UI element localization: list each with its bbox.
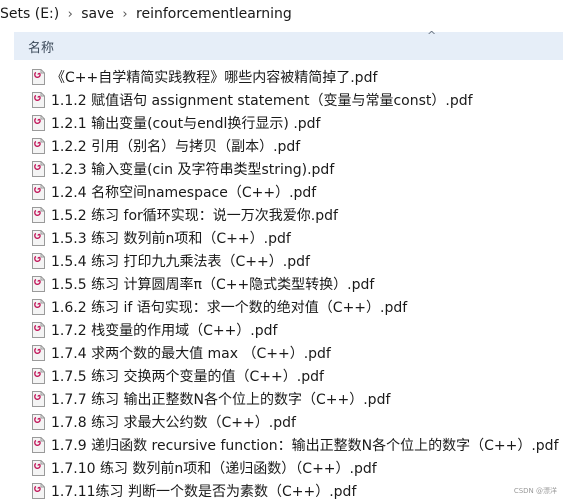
address-bar[interactable]: Sets (E:) › save › reinforcementlearning: [0, 0, 563, 29]
file-name: 1.7.8 练习 求最大公约数（C++）.pdf: [51, 414, 296, 431]
pdf-file-icon: [32, 367, 45, 384]
breadcrumb-drive[interactable]: Sets (E:): [0, 6, 63, 22]
pdf-file-icon: [32, 137, 45, 154]
file-row[interactable]: 1.7.10 练习 数列前n项和（递归函数）（C++）.pdf: [0, 456, 563, 479]
file-row[interactable]: 1.1.2 赋值语句 assignment statement（变量与常量con…: [0, 88, 563, 111]
chevron-right-icon: ›: [67, 6, 73, 22]
pdf-file-icon: [32, 275, 45, 292]
sort-ascending-icon: ^: [427, 29, 437, 42]
pdf-file-icon: [32, 321, 45, 338]
file-row[interactable]: 1.5.4 练习 打印九九乘法表（C++）.pdf: [0, 249, 563, 272]
file-row[interactable]: 1.7.11练习 判断一个数是否为素数（C++）.pdf: [0, 479, 563, 500]
file-row[interactable]: 1.7.4 求两个数的最大值 max （C++）.pdf: [0, 341, 563, 364]
breadcrumb-folder-current[interactable]: reinforcementlearning: [132, 6, 296, 22]
file-row[interactable]: 1.6.2 练习 if 语句实现：求一个数的绝对值（C++）.pdf: [0, 295, 563, 318]
column-header-label: 名称: [28, 40, 55, 56]
pdf-file-icon: [32, 413, 45, 430]
pdf-file-icon: [32, 390, 45, 407]
column-header-name[interactable]: 名称 ^: [14, 29, 563, 60]
pdf-file-icon: [32, 482, 45, 499]
file-name: 1.7.5 练习 交换两个变量的值（C++）.pdf: [51, 368, 324, 385]
chevron-right-icon: ›: [122, 6, 128, 22]
file-row[interactable]: 1.7.7 练习 输出正整数N各个位上的数字（C++）.pdf: [0, 387, 563, 410]
breadcrumb-folder-save[interactable]: save: [77, 6, 118, 22]
file-name: 1.2.2 引用（别名）与拷贝（副本）.pdf: [51, 138, 301, 155]
file-row[interactable]: 1.2.3 输入变量(cin 及字符串类型string).pdf: [0, 157, 563, 180]
pdf-file-icon: [32, 206, 45, 223]
pdf-file-icon: [32, 68, 45, 85]
file-name: 1.5.3 练习 数列前n项和（C++）.pdf: [51, 230, 291, 247]
pdf-file-icon: [32, 91, 45, 108]
file-name: 1.5.4 练习 打印九九乘法表（C++）.pdf: [51, 253, 310, 270]
file-name: 1.5.2 练习 for循环实现：说一万次我爱你.pdf: [51, 207, 338, 224]
file-name: 《C++自学精简实践教程》哪些内容被精简掉了.pdf: [51, 69, 378, 86]
pdf-file-icon: [32, 160, 45, 177]
file-name: 1.2.1 输出变量(cout与endl换行显示) .pdf: [51, 115, 321, 132]
file-name: 1.6.2 练习 if 语句实现：求一个数的绝对值（C++）.pdf: [51, 299, 408, 316]
file-row[interactable]: 1.7.2 栈变量的作用域（C++）.pdf: [0, 318, 563, 341]
watermark-text: CSDN @漂洋: [513, 487, 557, 495]
pdf-file-icon: [32, 229, 45, 246]
file-row[interactable]: 1.5.5 练习 计算圆周率π（C++隐式类型转换）.pdf: [0, 272, 563, 295]
file-name: 1.7.7 练习 输出正整数N各个位上的数字（C++）.pdf: [51, 391, 391, 408]
file-row[interactable]: 1.2.2 引用（别名）与拷贝（副本）.pdf: [0, 134, 563, 157]
file-row[interactable]: 1.7.5 练习 交换两个变量的值（C++）.pdf: [0, 364, 563, 387]
pdf-file-icon: [32, 252, 45, 269]
file-row[interactable]: 1.5.2 练习 for循环实现：说一万次我爱你.pdf: [0, 203, 563, 226]
file-name: 1.5.5 练习 计算圆周率π（C++隐式类型转换）.pdf: [51, 276, 375, 293]
file-name: 1.7.4 求两个数的最大值 max （C++）.pdf: [51, 345, 331, 362]
file-row[interactable]: 1.7.8 练习 求最大公约数（C++）.pdf: [0, 410, 563, 433]
file-name: 1.2.4 名称空间namespace（C++）.pdf: [51, 184, 317, 201]
pdf-file-icon: [32, 344, 45, 361]
file-name: 1.7.10 练习 数列前n项和（递归函数）（C++）.pdf: [51, 460, 377, 477]
file-name: 1.7.2 栈变量的作用域（C++）.pdf: [51, 322, 278, 339]
file-name: 1.7.9 递归函数 recursive function：输出正整数N各个位上…: [51, 437, 559, 454]
pdf-file-icon: [32, 183, 45, 200]
vertical-scrollbar[interactable]: [559, 64, 563, 500]
file-rows: 《C++自学精简实践教程》哪些内容被精简掉了.pdf 1.1.2 赋值语句 ass…: [0, 65, 563, 500]
file-row[interactable]: 1.5.3 练习 数列前n项和（C++）.pdf: [0, 226, 563, 249]
file-row[interactable]: 1.7.9 递归函数 recursive function：输出正整数N各个位上…: [0, 433, 563, 456]
file-row[interactable]: 《C++自学精简实践教程》哪些内容被精简掉了.pdf: [0, 65, 563, 88]
file-name: 1.7.11练习 判断一个数是否为素数（C++）.pdf: [51, 483, 357, 500]
pdf-file-icon: [32, 114, 45, 131]
file-list: 名称 ^ 《C++自学精简实践教程》哪些内容被精简掉了.pdf 1.1.2 赋值语…: [0, 28, 563, 500]
pdf-file-icon: [32, 436, 45, 453]
file-name: 1.1.2 赋值语句 assignment statement（变量与常量con…: [51, 92, 473, 109]
file-row[interactable]: 1.2.1 输出变量(cout与endl换行显示) .pdf: [0, 111, 563, 134]
pdf-file-icon: [32, 298, 45, 315]
pdf-file-icon: [32, 459, 45, 476]
file-explorer-window: Sets (E:) › save › reinforcementlearning…: [0, 0, 563, 500]
file-row[interactable]: 1.2.4 名称空间namespace（C++）.pdf: [0, 180, 563, 203]
file-name: 1.2.3 输入变量(cin 及字符串类型string).pdf: [51, 161, 335, 178]
